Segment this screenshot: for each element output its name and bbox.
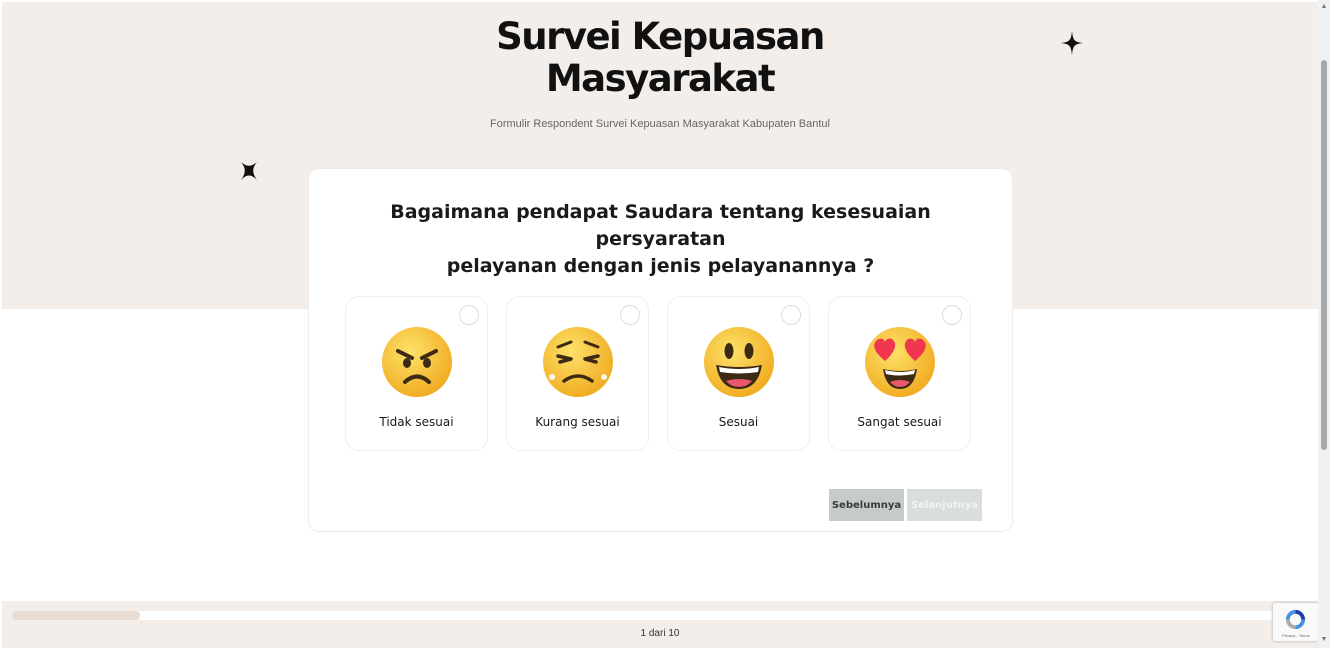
recaptcha-badge[interactable]: Privacy - Terms: [1273, 603, 1318, 641]
sparkle-icon-small: [241, 162, 257, 180]
option-radio[interactable]: [942, 305, 962, 325]
option-label: Kurang sesuai: [535, 415, 620, 429]
page-indicator: 1 dari 10: [640, 628, 680, 639]
heart-eyes-face-icon: [865, 327, 935, 397]
next-button[interactable]: Selanjutnya: [907, 489, 982, 521]
recaptcha-icon: [1285, 609, 1306, 630]
option-radio[interactable]: [620, 305, 640, 325]
option-label: Tidak sesuai: [379, 415, 454, 429]
recaptcha-text[interactable]: Privacy - Terms: [1275, 633, 1317, 638]
page-subtitle: Formulir Respondent Survei Kepuasan Masy…: [490, 118, 830, 130]
progress-bar: [12, 611, 1292, 620]
question-card: Bagaimana pendapat Saudara tentang keses…: [309, 169, 1012, 531]
grinning-face-icon: [704, 327, 774, 397]
option-label: Sesuai: [718, 415, 759, 429]
progress-bar-fill: [12, 611, 140, 620]
option-sesuai[interactable]: Sesuai: [667, 296, 810, 451]
page-title-line-1: Survei Kepuasan: [496, 15, 825, 58]
page-title-line-2: Masyarakat: [545, 57, 776, 100]
scroll-up-icon[interactable]: ▲: [1320, 3, 1328, 11]
question-line-1: Bagaimana pendapat Saudara tentang keses…: [390, 201, 931, 250]
option-kurang-sesuai[interactable]: Kurang sesuai: [506, 296, 649, 451]
scrollbar-thumb[interactable]: [1321, 60, 1327, 450]
option-tidak-sesuai[interactable]: Tidak sesuai: [345, 296, 488, 451]
angry-face-icon: [382, 327, 452, 397]
scroll-down-icon[interactable]: ▼: [1320, 636, 1328, 644]
question-line-2: pelayanan dengan jenis pelayanannya ?: [446, 255, 875, 277]
sparkle-icon: [1061, 31, 1083, 55]
option-label: Sangat sesuai: [857, 415, 942, 429]
progress-footer: 1 dari 10: [2, 601, 1318, 648]
option-radio[interactable]: [781, 305, 801, 325]
persevering-face-icon: [543, 327, 613, 397]
question-text: Bagaimana pendapat Saudara tentang keses…: [339, 199, 982, 280]
option-radio[interactable]: [459, 305, 479, 325]
page-title: Survei Kepuasan Masyarakat: [460, 16, 860, 100]
option-sangat-sesuai[interactable]: Sangat sesuai: [828, 296, 971, 451]
scrollbar[interactable]: ▲ ▼: [1318, 0, 1330, 648]
previous-button[interactable]: Sebelumnya: [829, 489, 904, 521]
